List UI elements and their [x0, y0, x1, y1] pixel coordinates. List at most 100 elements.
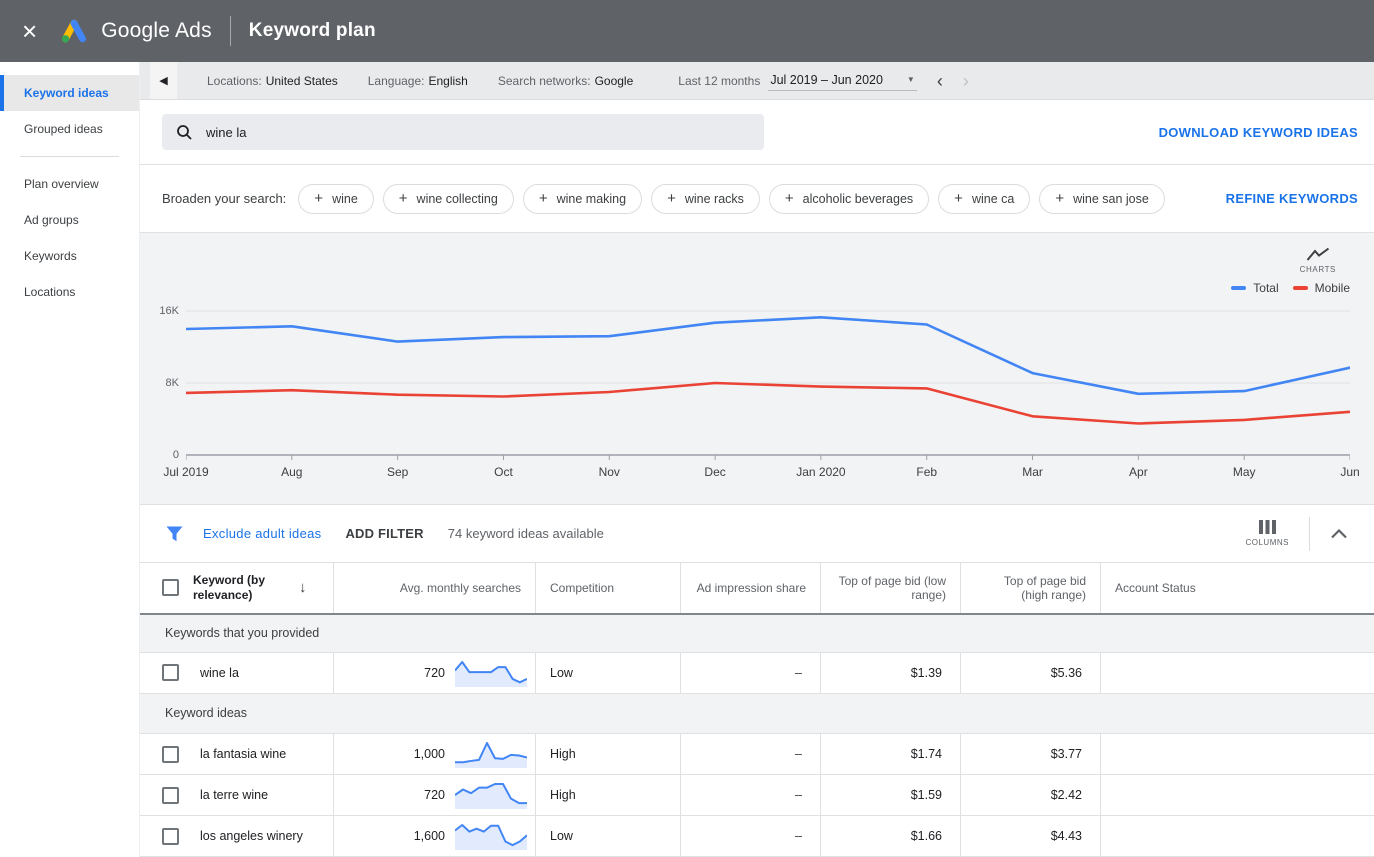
chip-wine-san-jose[interactable]: + wine san jose [1039, 183, 1165, 214]
brand-name: Google Ads [101, 19, 212, 42]
download-keyword-ideas-link[interactable]: DOWNLOAD KEYWORD IDEAS [1159, 125, 1358, 140]
networks-label: Search networks: [497, 73, 591, 88]
competition-value: Low [535, 816, 680, 856]
plan-settings-toolbar: ◀ Locations: United States Language: Eng… [140, 62, 1374, 100]
sidebar-item-keyword-ideas[interactable]: Keyword ideas [0, 75, 139, 111]
broaden-label: Broaden your search: [162, 191, 287, 206]
chip-wine-racks[interactable]: + wine racks [651, 183, 760, 214]
row-checkbox[interactable] [162, 664, 179, 682]
legend-item-total[interactable]: Total [1231, 281, 1279, 295]
sidebar-item-ad-groups[interactable]: Ad groups [0, 202, 139, 238]
chip-wine[interactable]: + wine [298, 183, 374, 214]
charts-button[interactable]: CHARTS [1300, 247, 1336, 274]
chip-label: wine making [556, 191, 627, 206]
sidebar-divider [20, 156, 119, 157]
header-ad-impression-share[interactable]: Ad impression share [680, 563, 820, 613]
chart-x-tick-label: Dec [704, 465, 726, 479]
table-row[interactable]: la fantasia wine 1,000 High – $1.74 $3.7… [140, 734, 1374, 776]
plus-icon: + [314, 190, 324, 207]
top-bid-high-value: $2.42 [960, 775, 1100, 816]
previous-period-button[interactable]: ‹ [937, 72, 943, 90]
columns-icon [1258, 520, 1276, 534]
competition-value: Low [535, 652, 680, 693]
sidebar: Keyword ideas Grouped ideas Plan overvie… [0, 62, 140, 857]
row-checkbox[interactable] [162, 745, 179, 763]
sparkline-chart [455, 660, 527, 687]
columns-button[interactable]: COLUMNS [1245, 520, 1289, 547]
legend-label: Total [1253, 281, 1279, 295]
sidebar-item-grouped-ideas[interactable]: Grouped ideas [0, 111, 139, 147]
header-competition[interactable]: Competition [535, 563, 680, 613]
page-title: Keyword plan [248, 20, 376, 41]
trend-chart-svg [186, 310, 1350, 460]
search-panel: DOWNLOAD KEYWORD IDEAS [140, 100, 1374, 165]
header-top-bid-high[interactable]: Top of page bid (high range) [960, 563, 1100, 613]
broaden-search-panel: Broaden your search: + wine + wine collect… [140, 165, 1374, 233]
plus-icon: + [398, 190, 408, 207]
table-row[interactable]: wine la 720 Low – $1.39 $5.36 [140, 652, 1374, 694]
topbar: × Google Ads Keyword plan [0, 0, 1374, 62]
competition-value: High [535, 775, 680, 816]
header-avg-monthly-searches[interactable]: Avg. monthly searches [333, 563, 535, 613]
sidebar-item-keywords[interactable]: Keywords [0, 238, 139, 274]
plus-icon: + [784, 190, 794, 207]
chip-wine-collecting[interactable]: + wine collecting [382, 183, 514, 214]
collapse-table-chevron-icon[interactable] [1330, 528, 1348, 539]
chip-alcoholic-beverages[interactable]: + alcoholic beverages [768, 183, 930, 214]
table-row[interactable]: los angeles winery 1,600 Low – $1.66 $4.… [140, 816, 1374, 857]
table-row[interactable]: la terre wine 720 High – $1.59 $2.42 [140, 775, 1374, 817]
top-bid-high-value: $5.36 [960, 652, 1100, 693]
keyword-text: la fantasia wine [200, 747, 287, 762]
setting-language[interactable]: Language: English [368, 74, 468, 88]
close-icon[interactable]: × [22, 18, 37, 44]
language-label: Language: [367, 73, 425, 88]
chip-label: wine san jose [1073, 191, 1149, 206]
account-status-value [1100, 775, 1374, 816]
top-bid-high-value: $3.77 [960, 734, 1100, 775]
filter-bar: Exclude adult ideas ADD FILTER 74 keywor… [140, 505, 1374, 562]
chip-wine-ca[interactable]: + wine ca [938, 183, 1031, 214]
keyword-table-header: Keyword (by relevance) ↓ Avg. monthly se… [140, 562, 1374, 615]
legend-item-mobile[interactable]: Mobile [1292, 281, 1350, 295]
sidebar-item-plan-overview[interactable]: Plan overview [0, 166, 139, 202]
sort-descending-icon[interactable]: ↓ [299, 579, 307, 596]
columns-button-label: COLUMNS [1245, 538, 1289, 547]
setting-locations[interactable]: Locations: United States [207, 74, 338, 88]
add-filter-button[interactable]: ADD FILTER [345, 526, 423, 541]
header-top-bid-low[interactable]: Top of page bid (low range) [820, 563, 960, 613]
row-checkbox[interactable] [162, 786, 179, 804]
search-input[interactable] [206, 124, 750, 140]
exclude-adult-ideas-link[interactable]: Exclude adult ideas [203, 526, 321, 541]
main-content: ◀ Locations: United States Language: Eng… [140, 62, 1374, 857]
avg-searches-value: 1,600 [413, 829, 445, 844]
ad-impression-share-value: – [680, 652, 820, 693]
plus-icon: + [538, 190, 548, 207]
chart-x-tick-label: Nov [598, 465, 620, 479]
avg-searches-value: 720 [424, 665, 445, 680]
refine-keywords-link[interactable]: REFINE KEYWORDS [1226, 191, 1358, 206]
chart-x-tick-label: Jan 2020 [796, 465, 846, 479]
date-range-select[interactable]: Jul 2019 – Jun 2020 ▼ [768, 71, 917, 91]
topbar-divider [229, 16, 231, 46]
next-period-button[interactable]: › [963, 72, 969, 90]
select-all-checkbox[interactable] [162, 579, 179, 597]
keyword-ideas-count: 74 keyword ideas available [447, 526, 604, 541]
chart-y-tick-label: 16K [159, 305, 179, 317]
chart-x-tick-label: Aug [281, 465, 303, 479]
chevron-down-icon: ▼ [906, 75, 915, 84]
keyword-text: la terre wine [200, 788, 269, 803]
top-bid-low-value: $1.66 [820, 816, 960, 856]
header-account-status[interactable]: Account Status [1100, 563, 1374, 613]
chip-label: wine [332, 191, 358, 206]
language-value: English [428, 73, 468, 88]
setting-search-networks[interactable]: Search networks: Google [498, 74, 633, 88]
row-checkbox[interactable] [162, 827, 179, 845]
google-ads-logo-icon [62, 19, 87, 43]
sidebar-item-locations[interactable]: Locations [0, 274, 139, 310]
chip-wine-making[interactable]: + wine making [522, 183, 643, 214]
keyword-searchbox[interactable] [162, 114, 764, 150]
header-keyword[interactable]: Keyword (by relevance) [193, 573, 285, 603]
collapse-sidebar-button[interactable]: ◀ [150, 62, 177, 99]
filter-funnel-icon [166, 526, 183, 541]
legend-dash-icon [1292, 286, 1308, 290]
